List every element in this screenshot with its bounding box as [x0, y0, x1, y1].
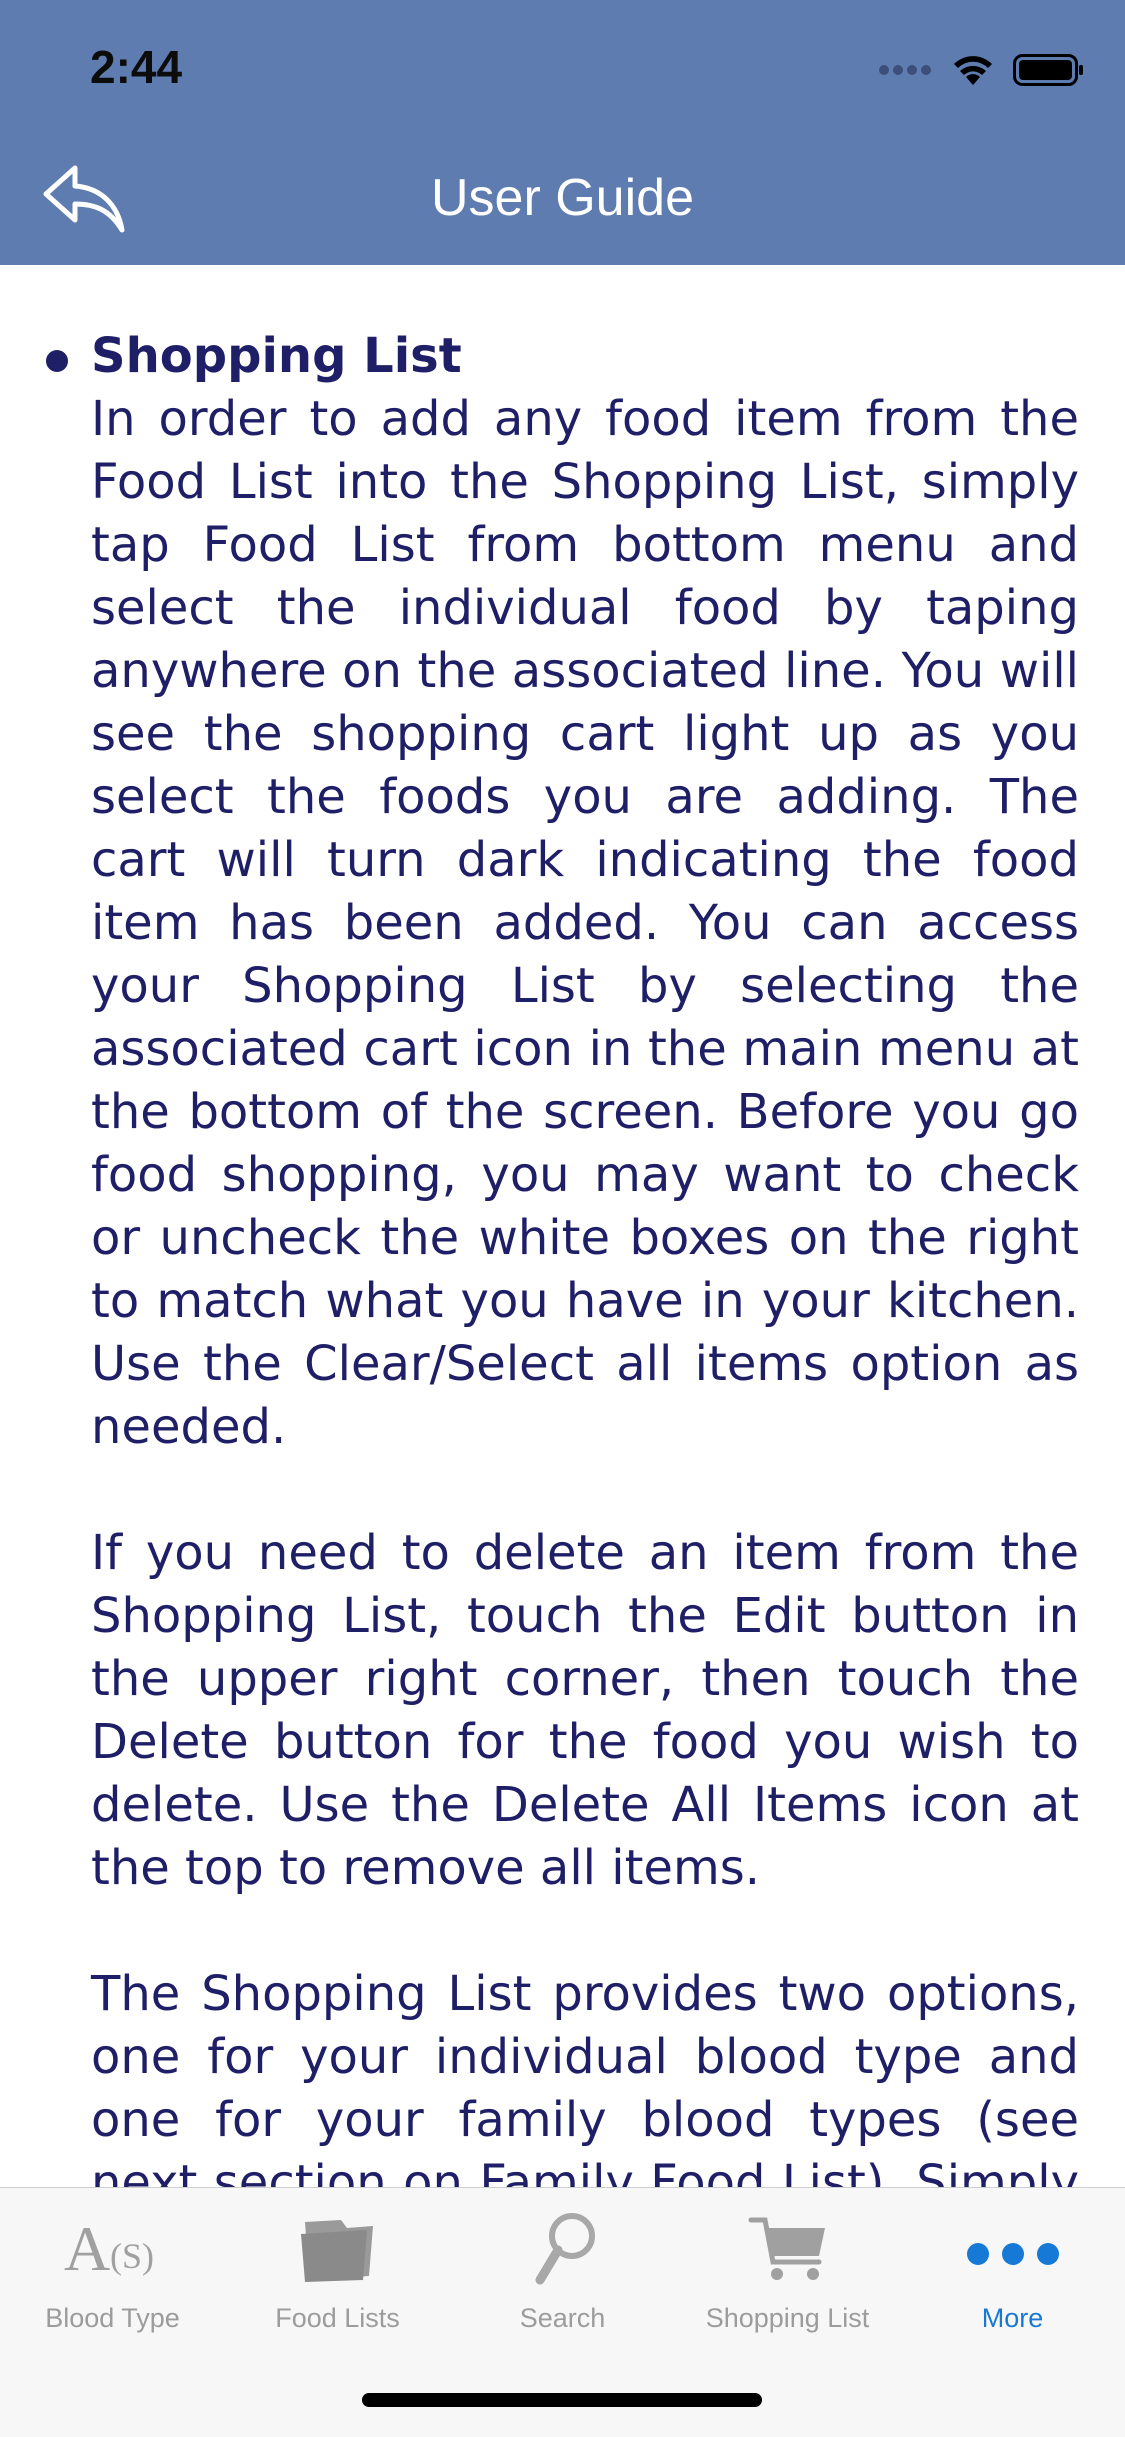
home-indicator: [362, 2393, 762, 2407]
tab-blood-type[interactable]: A (S) Blood Type: [0, 2188, 225, 2338]
blood-type-icon: A (S): [64, 2213, 154, 2284]
tab-label: Blood Type: [45, 2303, 180, 2333]
tab-more[interactable]: More: [900, 2188, 1125, 2338]
status-icons: [877, 48, 1085, 92]
section-title: Shopping List: [91, 328, 462, 384]
magnifier-icon: [535, 2213, 595, 2285]
svg-text:(S): (S): [110, 2236, 154, 2276]
paragraph-add-items: In order to add any food item from the F…: [91, 391, 1079, 1455]
cart-icon: [748, 2217, 825, 2280]
wifi-icon: [954, 56, 992, 85]
tab-food-lists[interactable]: Food Lists: [225, 2188, 450, 2338]
paragraph-options: The Shopping List provides two options, …: [91, 1966, 1079, 2187]
status-time: 2:44: [90, 41, 183, 93]
user-guide-content[interactable]: Shopping List In order to add any food i…: [0, 265, 1125, 2187]
folder-icon: [300, 2220, 373, 2282]
section-text: Shopping List In order to add any food i…: [91, 325, 1079, 2187]
bullet-point: [46, 350, 68, 372]
tab-label: Search: [519, 2303, 606, 2333]
page-title: User Guide: [431, 169, 694, 227]
tab-label: More: [981, 2303, 1044, 2333]
navigation-bar: 2:44 User Guide: [0, 0, 1125, 265]
tab-label: Shopping List: [705, 2303, 870, 2333]
battery-icon: [1013, 54, 1083, 86]
paragraph-delete-items: If you need to delete an item from the S…: [91, 1525, 1079, 1896]
tab-search[interactable]: Search: [450, 2188, 675, 2338]
more-dots-icon: [966, 2243, 1059, 2265]
signal-icon: [879, 65, 931, 75]
svg-text:A: A: [64, 2213, 110, 2284]
tab-label: Food Lists: [275, 2303, 400, 2333]
tab-shopping-list[interactable]: Shopping List: [675, 2188, 900, 2338]
